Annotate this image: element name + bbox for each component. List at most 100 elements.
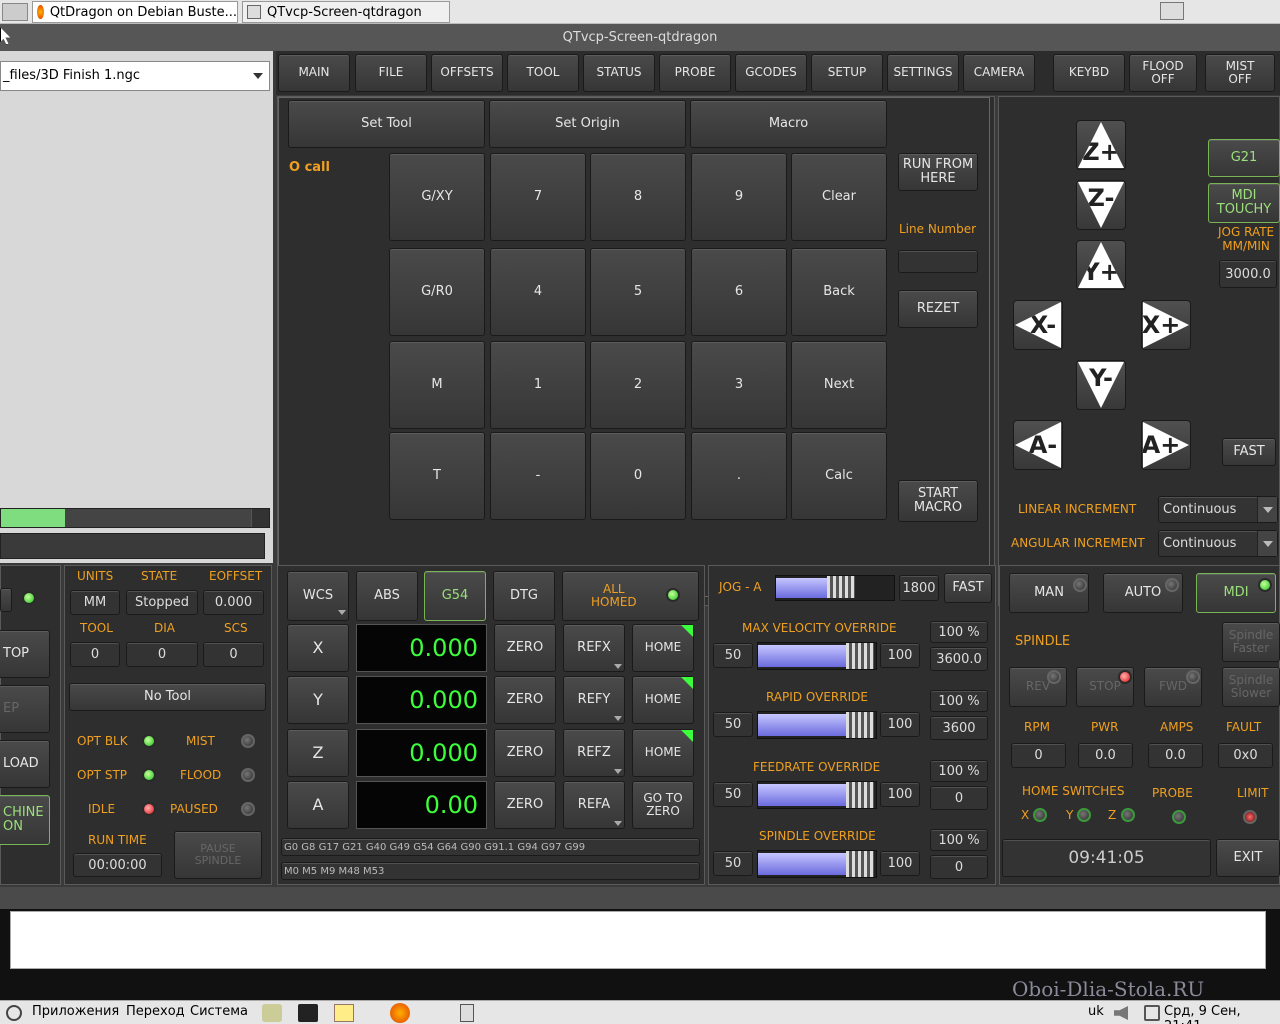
tab-gcodes[interactable]: GCODES xyxy=(735,54,807,92)
keypad-key-3-3[interactable]: . xyxy=(691,432,787,520)
keypad-key-3-2[interactable]: 0 xyxy=(590,432,686,520)
override-slider-3[interactable] xyxy=(757,850,877,878)
terminal-icon[interactable] xyxy=(298,1004,318,1022)
exit-button[interactable]: EXIT xyxy=(1216,839,1280,877)
zero-z-button[interactable]: ZERO xyxy=(494,729,556,777)
stop-button[interactable]: TOP xyxy=(0,630,50,678)
mdi-set-origin-button[interactable]: Set Origin xyxy=(489,100,686,148)
keypad-key-0-3[interactable]: 9 xyxy=(691,153,787,241)
home-a-button[interactable]: GO TO ZERO xyxy=(632,781,694,829)
jog-y-minus-button[interactable]: Y- xyxy=(1076,360,1126,410)
editor-icon[interactable] xyxy=(334,1004,354,1022)
keypad-key-3-0[interactable]: T xyxy=(389,432,485,520)
keypad-key-0-0[interactable]: G/XY xyxy=(389,153,485,241)
mdi-set-tool-button[interactable]: Set Tool xyxy=(288,100,485,148)
jog-a-slider[interactable] xyxy=(775,575,895,601)
reload-button[interactable]: LOAD xyxy=(0,740,50,788)
dtg-button[interactable]: DTG xyxy=(493,571,555,621)
jog-fast-button[interactable]: FAST xyxy=(1222,438,1276,466)
tab-keybd[interactable]: KEYBD xyxy=(1053,54,1125,92)
jog-x-plus-button[interactable]: X+ xyxy=(1141,300,1191,350)
mdi-touchy-button[interactable]: MDI TOUCHY xyxy=(1208,183,1280,223)
flood-off-button[interactable]: FLOOD OFF xyxy=(1129,54,1197,92)
jog-a-handle[interactable] xyxy=(827,576,856,598)
override-slider-2[interactable] xyxy=(757,781,877,809)
menu-system[interactable]: Система xyxy=(190,1004,248,1019)
g21-button[interactable]: G21 xyxy=(1208,139,1280,177)
jog-z-minus-button[interactable]: Z- xyxy=(1076,180,1126,230)
keypad-key-3-1[interactable]: - xyxy=(490,432,586,520)
zero-x-button[interactable]: ZERO xyxy=(494,624,556,672)
keypad-key-2-1[interactable]: 1 xyxy=(490,341,586,429)
run-from-here-button[interactable]: RUN FROM HERE xyxy=(898,153,978,191)
start-macro-button[interactable]: START MACRO xyxy=(898,480,978,522)
g54-button[interactable]: G54 xyxy=(424,571,486,621)
no-tool-button[interactable]: No Tool xyxy=(69,683,266,711)
zero-a-button[interactable]: ZERO xyxy=(494,781,556,829)
menu-applications[interactable]: Приложения xyxy=(32,1004,119,1019)
browser-tab-qtvcp[interactable]: QTvcp-Screen-qtdragon xyxy=(242,1,450,23)
left-top-button[interactable] xyxy=(0,588,12,612)
override-handle-1[interactable] xyxy=(846,712,874,738)
keypad-key-2-4[interactable]: Next xyxy=(791,341,887,429)
keypad-key-2-0[interactable]: M xyxy=(389,341,485,429)
jog-a-minus-button[interactable]: A- xyxy=(1013,420,1063,470)
axis-z-button[interactable]: Z xyxy=(287,729,349,777)
step-button[interactable]: EP xyxy=(0,685,50,733)
tab-camera[interactable]: CAMERA xyxy=(963,54,1035,92)
axis-y-button[interactable]: Y xyxy=(287,676,349,724)
rezet-button[interactable]: REZET xyxy=(898,290,978,328)
home-y-button[interactable]: HOME xyxy=(632,676,694,724)
tab-offsets[interactable]: OFFSETS xyxy=(431,54,503,92)
tab-settings[interactable]: SETTINGS xyxy=(887,54,959,92)
tab-probe[interactable]: PROBE xyxy=(659,54,731,92)
spindle-faster-button[interactable]: Spindle Faster xyxy=(1222,622,1280,662)
override-handle-0[interactable] xyxy=(846,643,874,669)
override-handle-2[interactable] xyxy=(846,782,874,808)
volume-icon[interactable] xyxy=(1114,1006,1128,1020)
keypad-key-1-4[interactable]: Back xyxy=(791,248,887,336)
line-number-field[interactable] xyxy=(898,250,978,273)
abs-button[interactable]: ABS xyxy=(356,571,418,621)
tab-tool[interactable]: TOOL xyxy=(507,54,579,92)
mist-off-button[interactable]: MIST OFF xyxy=(1205,54,1275,92)
machine-on-button[interactable]: CHINE ON xyxy=(0,795,50,845)
keyboard-layout[interactable]: uk xyxy=(1088,1004,1104,1019)
axis-a-button[interactable]: A xyxy=(287,781,349,829)
angular-increment-select[interactable]: Continuous xyxy=(1158,530,1278,557)
axis-x-button[interactable]: X xyxy=(287,624,349,672)
launcher-icon[interactable] xyxy=(262,1004,282,1022)
keypad-key-0-1[interactable]: 7 xyxy=(490,153,586,241)
scroll-right-icon[interactable] xyxy=(251,509,269,527)
tab-main[interactable]: MAIN xyxy=(278,54,350,92)
override-handle-3[interactable] xyxy=(846,851,874,877)
spindle-slower-button[interactable]: Spindle Slower xyxy=(1222,667,1280,707)
jog-z-plus-button[interactable]: Z+ xyxy=(1076,120,1126,170)
network-icon[interactable] xyxy=(1144,1005,1160,1021)
menu-go[interactable]: Переход xyxy=(126,1004,185,1019)
mdi-macro-button[interactable]: Macro xyxy=(690,100,887,148)
trash-icon[interactable] xyxy=(460,1004,474,1022)
zero-y-button[interactable]: ZERO xyxy=(494,676,556,724)
override-slider-0[interactable] xyxy=(757,642,877,670)
maximize-icon[interactable] xyxy=(1160,2,1184,20)
tab-file[interactable]: FILE xyxy=(355,54,427,92)
keypad-key-1-3[interactable]: 6 xyxy=(691,248,787,336)
linear-increment-select[interactable]: Continuous xyxy=(1158,496,1278,523)
keypad-key-1-1[interactable]: 4 xyxy=(490,248,586,336)
pause-spindle-button[interactable]: PAUSE SPINDLE xyxy=(174,831,262,879)
jog-a-fast-button[interactable]: FAST xyxy=(944,573,992,603)
keypad-key-1-0[interactable]: G/R0 xyxy=(389,248,485,336)
keypad-key-1-2[interactable]: 5 xyxy=(590,248,686,336)
tab-setup[interactable]: SETUP xyxy=(811,54,883,92)
home-x-button[interactable]: HOME xyxy=(632,624,694,672)
jog-x-minus-button[interactable]: X- xyxy=(1013,300,1063,350)
jog-a-plus-button[interactable]: A+ xyxy=(1141,420,1191,470)
override-slider-1[interactable] xyxy=(757,711,877,739)
keypad-key-0-4[interactable]: Clear xyxy=(791,153,887,241)
keypad-key-2-2[interactable]: 2 xyxy=(590,341,686,429)
jog-y-plus-button[interactable]: Y+ xyxy=(1076,240,1126,290)
keypad-key-2-3[interactable]: 3 xyxy=(691,341,787,429)
firefox-icon[interactable] xyxy=(390,1003,410,1023)
file-combo[interactable]: _files/3D Finish 1.ngc xyxy=(0,61,270,91)
